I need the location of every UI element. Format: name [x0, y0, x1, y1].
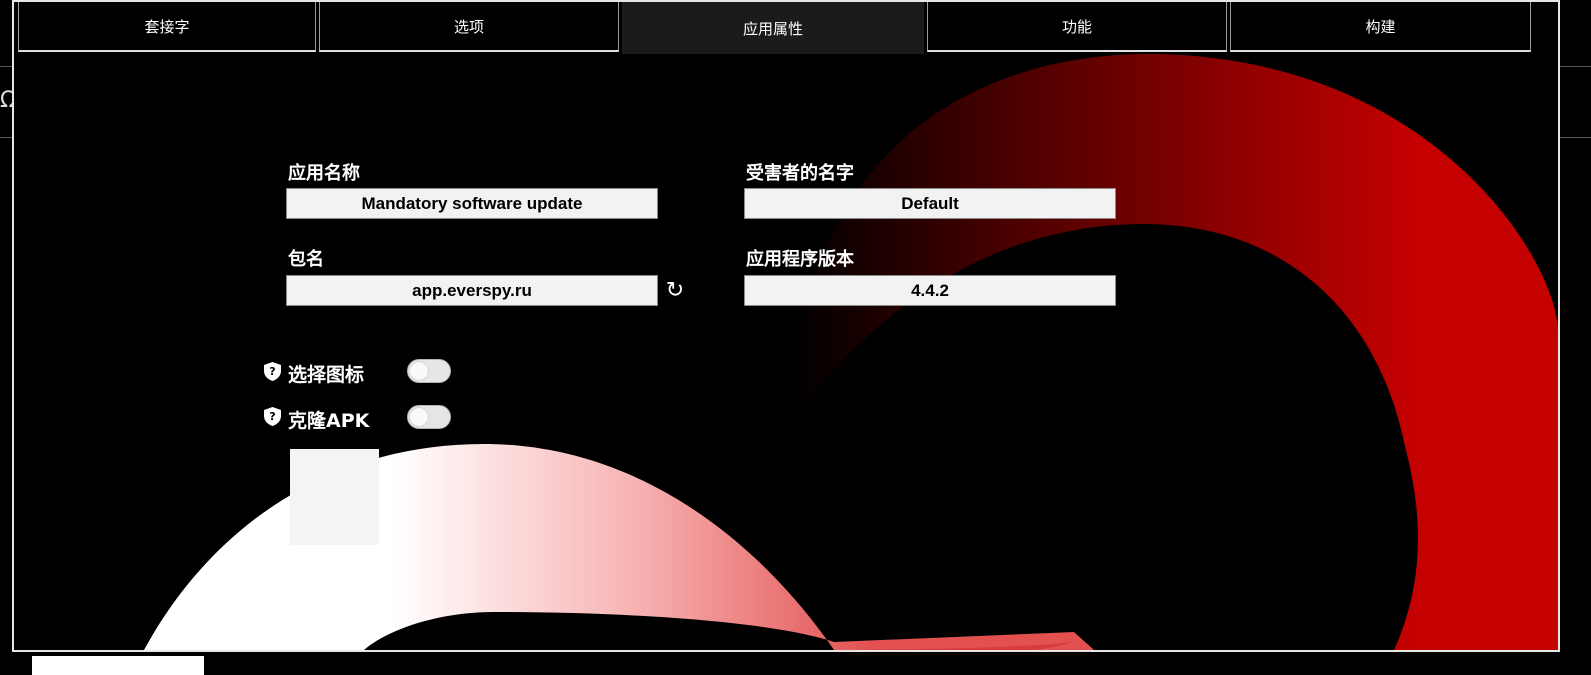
- app-version-input[interactable]: [744, 275, 1116, 306]
- victim-name-input[interactable]: [744, 188, 1116, 219]
- red-ring-shape: [794, 53, 1558, 650]
- tab-label: 选项: [453, 17, 484, 36]
- app-version-label: 应用程序版本: [746, 249, 854, 270]
- tab-socket[interactable]: 套接字: [18, 2, 316, 52]
- clone-apk-toggle[interactable]: [407, 405, 451, 429]
- clone-apk-label: 克隆APK: [288, 410, 370, 432]
- host-window-edge-right: [1559, 66, 1591, 138]
- tab-label: 应用属性: [742, 19, 803, 38]
- refresh-icon[interactable]: ↻: [663, 279, 687, 303]
- tab-app-properties[interactable]: 应用属性: [622, 2, 924, 54]
- tab-build[interactable]: 构建: [1230, 2, 1531, 52]
- tab-label: 构建: [1365, 17, 1396, 36]
- package-name-label: 包名: [288, 249, 324, 270]
- tab-features[interactable]: 功能: [927, 2, 1227, 52]
- svg-text:?: ?: [269, 410, 275, 423]
- tab-strip: 套接字 选项 应用属性 功能 构建: [18, 2, 1558, 54]
- tab-label: 套接字: [144, 17, 190, 36]
- toggle-knob: [410, 408, 428, 426]
- tab-label: 功能: [1061, 17, 1092, 36]
- toggle-knob: [410, 362, 428, 380]
- pink-ring-shape: [144, 444, 1094, 650]
- screen: Ω 套接字 选项 应用属性 功能 构建 应用名称 Mandatory softw…: [0, 0, 1591, 675]
- app-name-input[interactable]: [286, 188, 658, 219]
- builder-dialog: 套接字 选项 应用属性 功能 构建 应用名称 受害者的名字 包名 ↻ 应用程序版…: [12, 0, 1560, 652]
- tab-options[interactable]: 选项: [319, 2, 619, 52]
- shield-help-icon[interactable]: ?: [264, 362, 281, 381]
- host-window-bottom-panel: [32, 656, 204, 675]
- background-artwork: [144, 53, 1558, 650]
- package-name-input[interactable]: [286, 275, 658, 306]
- icon-preview-box[interactable]: [290, 449, 379, 545]
- svg-text:?: ?: [269, 365, 275, 378]
- shield-help-icon[interactable]: ?: [264, 407, 281, 426]
- select-icon-toggle[interactable]: [407, 359, 451, 383]
- app-name-label: 应用名称: [288, 163, 360, 184]
- victim-name-label: 受害者的名字: [746, 163, 854, 184]
- select-icon-label: 选择图标: [288, 364, 365, 386]
